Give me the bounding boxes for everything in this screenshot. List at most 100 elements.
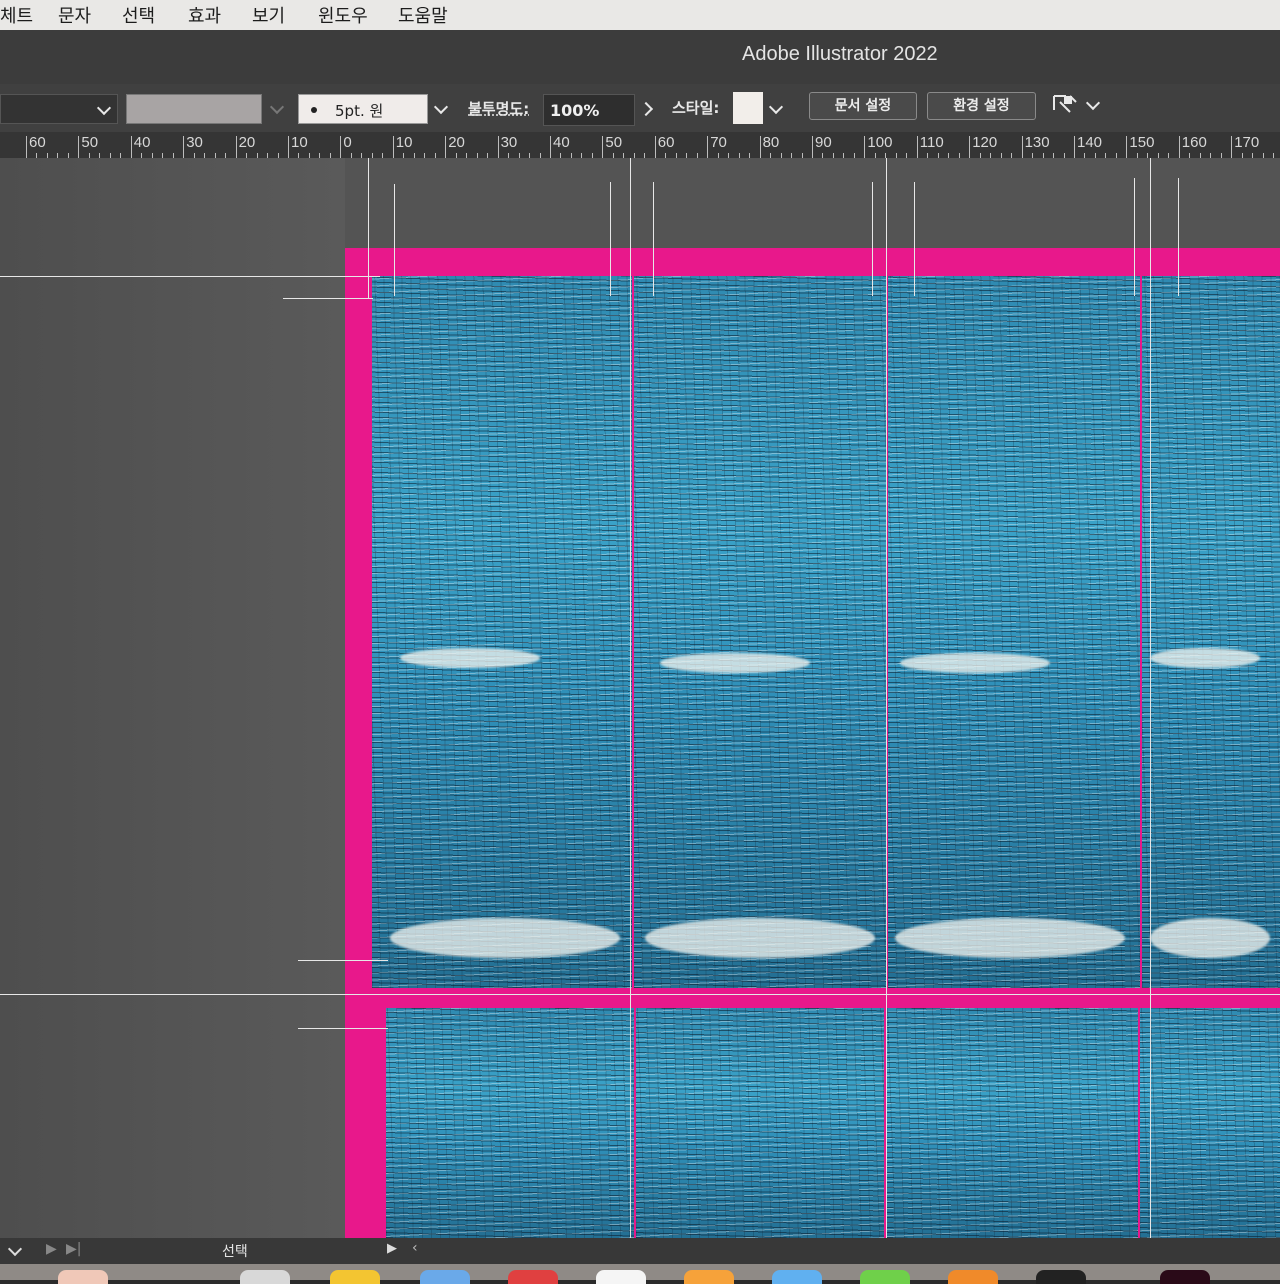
preferences-button[interactable]: 환경 설정 [927, 92, 1036, 120]
foam-highlight [400, 648, 540, 668]
ruler-label: 20 [448, 134, 465, 151]
ruler-label: 10 [291, 134, 308, 151]
canvas[interactable] [0, 158, 1280, 1238]
ruler-label: 160 [1181, 134, 1207, 151]
foam-highlight [1150, 648, 1260, 668]
menu-type[interactable]: 문자 [58, 2, 91, 28]
ruler-label: 50 [605, 134, 623, 151]
ruler-label: 80 [762, 134, 780, 151]
crop-mark [298, 960, 388, 961]
menu-object[interactable]: 체트 [0, 2, 33, 28]
play-icon[interactable]: ▶ [387, 1241, 397, 1256]
guide-line [0, 994, 1280, 995]
chevron-down-icon[interactable] [269, 99, 285, 115]
ruler-major-tick [235, 136, 237, 158]
ruler-label: 150 [1129, 134, 1155, 151]
water-panel[interactable] [636, 1008, 884, 1238]
water-panel[interactable] [1140, 1008, 1280, 1238]
fill-dropdown[interactable] [0, 94, 118, 124]
crop-mark [1178, 178, 1179, 296]
ruler-major-tick [654, 136, 656, 158]
guide-line [0, 276, 380, 277]
water-panel[interactable] [634, 276, 886, 988]
foam-highlight [1150, 918, 1270, 958]
ruler-label: 100 [867, 134, 893, 151]
ruler-label: 170 [1234, 134, 1260, 151]
crop-mark [914, 182, 915, 296]
dock-app-icon[interactable] [1036, 1270, 1086, 1284]
water-panel[interactable] [888, 276, 1140, 988]
menu-view[interactable]: 보기 [252, 2, 285, 28]
dock-app-icon[interactable] [420, 1270, 470, 1284]
dock-app-icon[interactable] [596, 1270, 646, 1284]
stroke-swatch[interactable] [126, 94, 262, 124]
ruler-major-tick [759, 136, 761, 158]
ruler-label: 60 [29, 134, 46, 151]
dock-app-icon[interactable] [948, 1270, 998, 1284]
dock-app-icon[interactable] [684, 1270, 734, 1284]
ruler-label: 30 [186, 134, 203, 151]
opacity-label[interactable]: 불투명도: [468, 98, 529, 119]
brush-dot-icon [311, 107, 317, 113]
guide-line [630, 158, 631, 1238]
ruler-label: 0 [343, 134, 352, 151]
menu-select[interactable]: 선택 [122, 2, 155, 28]
ruler-label: 30 [500, 134, 518, 151]
ruler-major-tick [26, 136, 27, 158]
ruler-major-tick [602, 136, 604, 158]
water-panel[interactable] [386, 1008, 634, 1238]
ruler-major-tick [550, 136, 551, 158]
menu-help[interactable]: 도움말 [398, 2, 448, 28]
opacity-field[interactable]: 100% [543, 94, 635, 126]
water-panel[interactable] [372, 276, 632, 988]
guide-line [368, 158, 369, 298]
document-setup-button[interactable]: 문서 설정 [809, 92, 917, 120]
ruler-major-tick [969, 136, 971, 158]
crop-mark [394, 184, 395, 296]
play-icon[interactable]: ▶ [46, 1241, 57, 1257]
dock-app-icon[interactable] [860, 1270, 910, 1284]
brush-definition[interactable]: 5pt. 원 [298, 94, 428, 124]
water-panel[interactable] [1142, 276, 1280, 988]
ruler-label: 70 [710, 134, 727, 151]
arrange-documents-button[interactable] [1050, 92, 1102, 122]
title-bar: Adobe Illustrator 2022 [0, 30, 1280, 84]
ruler-label: 10 [395, 134, 413, 151]
control-bar: 5pt. 원 불투명도: 100% 스타일: 문서 설정 환경 설정 [0, 84, 1280, 132]
ruler-label: 40 [553, 134, 570, 151]
style-dropdown[interactable] [765, 94, 789, 124]
dock-app-icon[interactable] [58, 1270, 108, 1284]
water-panel[interactable] [886, 1008, 1138, 1238]
crop-mark [872, 182, 873, 296]
ruler-major-tick [1021, 136, 1023, 158]
guide-line [886, 158, 887, 1238]
chevron-down-icon[interactable] [7, 1241, 23, 1257]
crop-mark [1134, 178, 1135, 296]
ruler-label: 20 [238, 134, 256, 151]
ruler-major-tick [340, 136, 342, 158]
ruler-major-tick [1178, 136, 1180, 158]
menu-window[interactable]: 윈도우 [318, 2, 368, 28]
dock-app-icon[interactable] [1160, 1270, 1210, 1284]
chevron-down-icon [768, 99, 784, 115]
style-swatch[interactable] [733, 92, 763, 124]
dock-app-icon[interactable] [330, 1270, 380, 1284]
dock-app-icon[interactable] [508, 1270, 558, 1284]
opacity-stepper[interactable] [637, 94, 661, 126]
ruler-major-tick [1231, 136, 1233, 158]
dock-app-icon[interactable] [772, 1270, 822, 1284]
crop-mark [610, 182, 611, 296]
brush-dropdown[interactable] [430, 94, 454, 124]
last-page-icon[interactable]: ▶| [66, 1241, 81, 1257]
foam-highlight [660, 653, 810, 673]
chevron-left-icon[interactable]: ‹ [412, 1240, 418, 1256]
ruler-major-tick [1074, 136, 1075, 158]
chevron-down-icon [1085, 95, 1101, 111]
ruler-major-tick [707, 136, 709, 158]
menu-effect[interactable]: 효과 [188, 2, 221, 28]
horizontal-ruler[interactable]: 60 50 40 30 20 10 0 10 20 30 40 50 60 70 80 90 100 110 120… [0, 132, 1280, 159]
dock-app-icon[interactable] [240, 1270, 290, 1284]
chevron-right-icon [638, 101, 654, 117]
ruler-major-tick [130, 136, 132, 158]
ruler-label: 130 [1024, 134, 1050, 151]
